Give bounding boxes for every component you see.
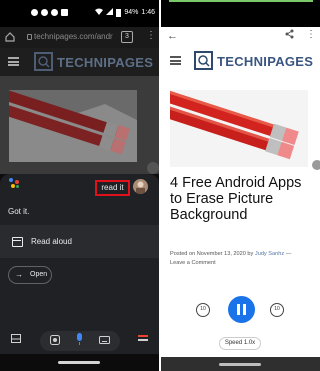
read-aloud-screen: ← ⋮ TECHNIPAGES 4 Free Android Apps to E…: [161, 0, 320, 371]
open-button[interactable]: → Open: [8, 266, 52, 284]
notification-icons: [31, 9, 68, 16]
tab-switcher-button[interactable]: 3: [121, 31, 133, 43]
read-it-query: read it: [95, 180, 130, 196]
meta-separator: —: [284, 251, 292, 257]
snapshot-icon[interactable]: [11, 334, 21, 346]
scroll-handle[interactable]: [310, 158, 320, 172]
assistant-response: Got it.: [8, 207, 30, 216]
arrow-right-icon: →: [15, 270, 23, 279]
progress-indicator: [169, 0, 313, 2]
pause-button[interactable]: [228, 296, 255, 323]
more-options-icon[interactable]: ⋮: [146, 30, 156, 41]
notification-icon: [61, 9, 68, 16]
navigation-bar: [161, 357, 320, 371]
microphone-icon[interactable]: [76, 333, 83, 349]
browser-toolbar: technipages.com/andr 3 ⋮: [0, 27, 159, 48]
read-aloud-card[interactable]: Read aloud: [0, 225, 159, 258]
read-aloud-icon: [12, 237, 23, 247]
notification-icon: [51, 9, 58, 16]
post-date: Posted on November 13, 2020 by: [170, 251, 255, 257]
leave-comment-link[interactable]: Leave a Comment: [170, 260, 216, 266]
pause-icon: [237, 304, 240, 315]
article-hero-image: [9, 90, 137, 162]
forward-10-icon[interactable]: 10: [270, 303, 284, 317]
address-bar[interactable]: technipages.com/andr: [34, 32, 113, 41]
share-icon[interactable]: [285, 29, 294, 42]
signal-icon: [106, 8, 114, 17]
site-header: TECHNIPAGES: [0, 48, 159, 76]
battery-percent: 94%: [124, 9, 139, 16]
keyboard-icon[interactable]: [99, 336, 110, 347]
home-gesture-handle[interactable]: [58, 361, 100, 364]
scroll-handle[interactable]: [147, 162, 159, 174]
read-aloud-label: Read aloud: [31, 237, 72, 246]
more-options-icon[interactable]: ⋮: [306, 29, 316, 40]
notification-icon: [41, 9, 48, 16]
logo-mark-icon: [34, 52, 53, 71]
site-logo[interactable]: TECHNIPAGES: [57, 55, 153, 70]
clock: 1:46: [141, 9, 155, 16]
battery-icon: [116, 8, 122, 17]
lock-icon: [27, 34, 32, 40]
article-title: 4 Free Android Apps to Erase Picture Bac…: [170, 175, 302, 223]
site-logo[interactable]: TECHNIPAGES: [217, 54, 313, 69]
lens-icon[interactable]: [50, 335, 60, 348]
explore-icon[interactable]: [138, 334, 148, 347]
wifi-icon: [95, 8, 104, 17]
status-right: 94% 1:46: [95, 8, 155, 17]
hamburger-menu-icon[interactable]: [170, 56, 181, 65]
hamburger-menu-icon[interactable]: [8, 57, 19, 66]
google-assistant-icon: [9, 178, 21, 190]
article-hero-image: [170, 90, 308, 167]
back-arrow-icon[interactable]: ←: [167, 30, 178, 42]
navigation-bar: [0, 354, 159, 371]
status-bar: [161, 0, 320, 27]
logo-mark-icon: [194, 51, 213, 70]
status-bar: 94% 1:46: [0, 0, 159, 27]
author-link[interactable]: Judy Sanhz: [255, 251, 284, 257]
home-icon[interactable]: [5, 32, 15, 42]
article-meta: Posted on November 13, 2020 by Judy Sanh…: [170, 250, 315, 268]
speed-button[interactable]: Speed 1.0x: [219, 337, 261, 350]
notification-icon: [31, 9, 38, 16]
home-gesture-handle[interactable]: [219, 363, 261, 366]
avatar[interactable]: [133, 179, 148, 194]
assistant-screen: 94% 1:46 technipages.com/andr 3 ⋮ TECHNI…: [0, 0, 159, 371]
open-button-label: Open: [30, 271, 48, 278]
rewind-10-icon[interactable]: 10: [196, 303, 210, 317]
